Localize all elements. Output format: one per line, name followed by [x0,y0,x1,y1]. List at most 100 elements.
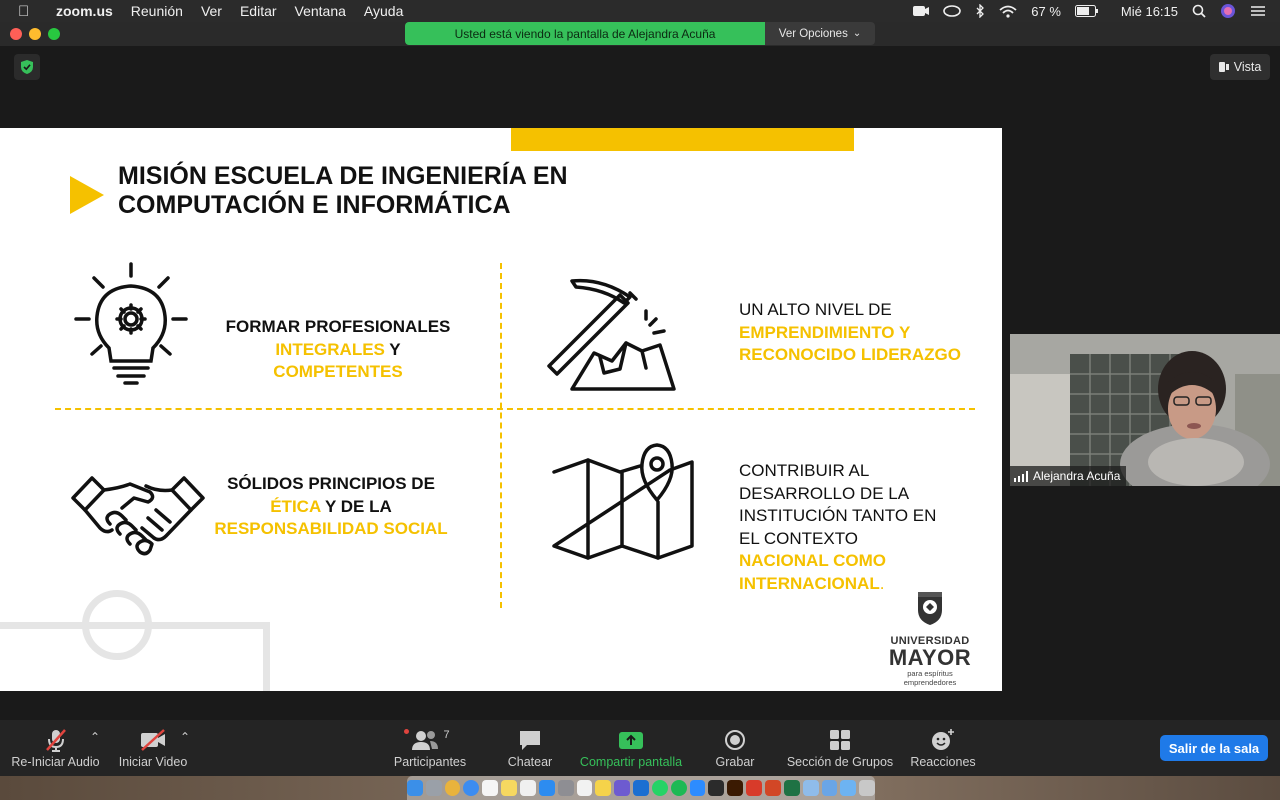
play-arrow-icon [70,176,104,214]
q4-highlight-nacional: NACIONAL COMO [739,551,887,570]
slide-title-line1: MISIÓN ESCUELA DE INGENIERÍA EN [118,162,568,190]
launchpad-icon[interactable] [425,780,442,796]
logo-tagline: para espíritus emprendedores [903,669,957,687]
chevron-down-icon: ⌄ [852,28,862,39]
stickies-icon[interactable] [595,780,612,796]
quadrant-2-text: UN ALTO NIVEL DE EMPRENDIMIENTO Y RECONO… [739,299,989,367]
close-window-button[interactable] [10,28,22,40]
apple-icon[interactable]:  [18,3,36,20]
folder-icon[interactable] [840,780,857,796]
wifi-icon[interactable] [999,5,1017,18]
menu-ventana[interactable]: Ventana [295,3,346,19]
outlook-icon[interactable] [633,780,649,796]
imovie-icon[interactable] [614,780,631,796]
decorative-line [0,622,270,629]
photos-icon[interactable] [576,780,593,796]
q1-highlight-integrales: INTEGRALES [275,339,385,359]
control-center-icon[interactable] [1250,4,1266,18]
view-options-button[interactable]: Ver Opciones ⌄ [765,22,875,45]
participants-count: 7 [443,729,450,741]
security-shield-icon[interactable] [14,54,40,80]
menu-ayuda[interactable]: Ayuda [364,3,403,19]
quadrant-1-text: FORMAR PROFESIONALES INTEGRALES Y COMPET… [212,316,464,384]
chrome-icon[interactable] [444,780,461,796]
creative-cloud-icon[interactable] [943,5,962,17]
reactions-button[interactable]: Reacciones [906,720,980,776]
record-label: Grabar [715,755,755,769]
preview-icon[interactable] [802,780,819,796]
participant-video-tile[interactable]: Alejandra Acuña [1010,334,1280,486]
whatsapp-icon[interactable] [651,780,668,796]
share-screen-label: Compartir pantalla [579,755,683,769]
zoom-dock-icon[interactable] [689,780,706,796]
menu-editar[interactable]: Editar [240,3,277,19]
chat-bubble-icon [520,731,540,750]
siri-icon[interactable] [1220,3,1236,19]
view-button[interactable]: Vista [1210,54,1270,80]
safari-icon[interactable] [463,780,480,796]
q1-highlight-competentes: COMPETENTES [273,362,403,381]
menu-ver[interactable]: Ver [201,3,222,19]
zoom-status-icon[interactable] [913,5,930,17]
participants-button[interactable]: 7 Participantes [388,720,472,776]
macos-menubar:  zoom.us Reunión Ver Editar Ventana Ayu… [0,0,1280,22]
breakout-rooms-icon [830,730,850,750]
video-options-chevron-icon[interactable]: ⌃ [180,730,190,744]
excel-icon[interactable] [783,780,800,796]
horizontal-dashed-divider [55,408,975,410]
reactions-label: Reacciones [910,755,976,769]
screenshot-icon[interactable] [821,780,838,796]
minimize-window-button[interactable] [29,28,41,40]
audio-button[interactable]: Re-Iniciar Audio [8,720,103,776]
participant-video-feed [1010,334,1280,486]
vertical-dashed-divider [500,263,502,608]
video-button[interactable]: Iniciar Video [115,720,191,776]
participant-name: Alejandra Acuña [1033,469,1121,483]
battery-icon[interactable] [1074,5,1099,17]
chat-label: Chatear [507,755,553,769]
record-button[interactable]: Grabar [705,720,765,776]
trash-icon[interactable] [859,780,876,796]
share-screen-icon [619,732,643,749]
decorative-line-vertical [263,622,270,691]
leave-meeting-button[interactable]: Salir de la sala [1160,735,1268,761]
slide-title-line2: COMPUTACIÓN E INFORMÁTICA [118,191,511,219]
share-screen-button[interactable]: Compartir pantalla [575,720,687,776]
powerpoint-icon[interactable] [764,780,781,796]
bluetooth-icon[interactable] [975,4,985,18]
breakout-rooms-button[interactable]: Sección de Grupos [782,720,898,776]
battery-percent: 67 % [1031,3,1061,19]
q3-line2-rest: Y DE LA [320,496,392,516]
participant-name-tag: Alejandra Acuña [1010,466,1127,486]
chat-button[interactable]: Chatear [500,720,560,776]
view-options-label: Ver Opciones [778,27,848,40]
participants-label: Participantes [393,755,467,769]
screen-share-banner: Usted está viendo la pantalla de Alejand… [405,22,875,45]
signal-strength-icon [1014,470,1028,482]
macos-dock [406,776,876,800]
q3-highlight-etica: ÉTICA [270,496,321,516]
app-store-icon[interactable] [538,780,555,796]
calendar-icon[interactable] [482,780,499,796]
spotlight-search-icon[interactable] [1192,4,1206,18]
spotify-icon[interactable] [670,780,687,796]
quadrant-3-text: SÓLIDOS PRINCIPIOS DE ÉTICA Y DE LA RESP… [200,473,462,541]
audio-options-chevron-icon[interactable]: ⌃ [90,730,100,744]
menu-app-name[interactable]: zoom.us [56,3,113,19]
acrobat-icon[interactable] [746,780,762,796]
fullscreen-window-button[interactable] [48,28,60,40]
clock[interactable]: Mié 16:15 [1121,4,1178,19]
terminal-icon[interactable] [708,780,725,796]
illustrator-icon[interactable] [727,780,744,796]
universidad-mayor-logo: UNIVERSIDAD MAYOR para espíritus emprend… [880,590,980,687]
map-pin-icon [552,443,694,560]
q4-line2: DESARROLLO DE LA [739,483,910,503]
system-preferences-icon[interactable] [557,780,574,796]
shared-slide: MISIÓN ESCUELA DE INGENIERÍA EN COMPUTAC… [0,128,1002,691]
view-button-label: Vista [1233,60,1262,74]
finder-icon[interactable] [406,780,423,796]
menu-reunion[interactable]: Reunión [131,3,183,19]
reminders-icon[interactable] [520,780,536,796]
notes-icon[interactable] [501,780,518,796]
q4-line3: INSTITUCIÓN TANTO EN [739,506,937,525]
